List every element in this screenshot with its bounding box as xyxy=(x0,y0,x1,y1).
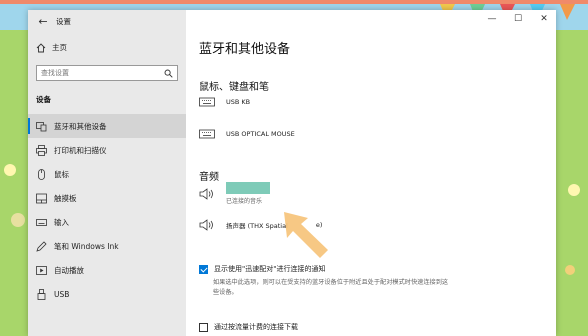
title-bar: ← 设置 xyxy=(28,10,186,32)
audio-heading: 音频 xyxy=(199,172,219,183)
speaker-icon xyxy=(199,219,213,231)
sidebar-item-label: 自动播放 xyxy=(54,265,84,275)
printer-icon xyxy=(36,144,47,156)
settings-window: ← 设置 主页 设备 蓝牙和其他设备 xyxy=(28,10,556,336)
bluetooth-devices-icon xyxy=(36,121,47,131)
sidebar-item-mouse[interactable]: 鼠标 xyxy=(28,162,186,186)
device-usb-kb[interactable]: USB KB xyxy=(199,96,250,108)
speaker-icon xyxy=(199,187,213,200)
minimize-button[interactable]: — xyxy=(486,14,498,24)
grass-decoration-left xyxy=(4,164,25,227)
touchpad-icon xyxy=(36,193,47,203)
sidebar-item-label: 触摸板 xyxy=(54,193,77,203)
sidebar-item-label: 输入 xyxy=(54,217,69,227)
sidebar-item-label: 蓝牙和其他设备 xyxy=(54,121,107,131)
device-usb-optical-mouse[interactable]: USB OPTICAL MOUSE xyxy=(199,128,295,140)
device-text: 已连接的音乐 xyxy=(226,182,270,205)
autoplay-icon xyxy=(36,265,47,275)
app-title: 设置 xyxy=(56,16,71,26)
close-button[interactable]: ✕ xyxy=(538,14,550,24)
back-arrow-icon[interactable]: ← xyxy=(34,15,52,28)
sidebar-item-touchpad[interactable]: 触摸板 xyxy=(28,186,186,210)
sidebar-item-label: 打印机和扫描仪 xyxy=(54,145,107,155)
sidebar: ← 设置 主页 设备 蓝牙和其他设备 xyxy=(28,10,186,336)
sidebar-item-pen[interactable]: 笔和 Windows Ink xyxy=(28,234,186,258)
sidebar-item-label: USB xyxy=(54,289,70,299)
search-box[interactable] xyxy=(36,65,178,81)
swift-pair-checkbox[interactable] xyxy=(199,264,208,274)
sidebar-item-home[interactable]: 主页 xyxy=(36,42,67,53)
search-icon[interactable] xyxy=(164,69,173,78)
metered-download-setting: 通过按流量计费的连接下载 xyxy=(199,322,298,332)
page-title: 蓝牙和其他设备 xyxy=(199,42,291,57)
search-input[interactable] xyxy=(41,69,156,77)
sidebar-item-bluetooth[interactable]: 蓝牙和其他设备 xyxy=(28,114,186,138)
keyboard-icon xyxy=(199,129,215,139)
device-name: 扬声器 (THX Spatial xyxy=(226,222,288,230)
sidebar-item-autoplay[interactable]: 自动播放 xyxy=(28,258,186,282)
pointer-arrow-icon xyxy=(284,212,328,258)
home-label: 主页 xyxy=(52,43,67,52)
input-devices-heading: 鼠标、键盘和笔 xyxy=(199,82,269,93)
pen-icon xyxy=(36,240,47,252)
keyboard-icon xyxy=(199,97,215,107)
redacted-device-name xyxy=(226,182,270,194)
main-content: — ☐ ✕ 蓝牙和其他设备 鼠标、键盘和笔 USB KB USB OPTICAL… xyxy=(194,10,556,336)
device-status: 已连接的音乐 xyxy=(226,198,263,205)
grass-decoration-right xyxy=(565,184,580,275)
sidebar-item-printers[interactable]: 打印机和扫描仪 xyxy=(28,138,186,162)
mouse-icon xyxy=(38,168,45,180)
swift-pair-setting: 显示使用"迅速配对"进行连接的通知 xyxy=(199,264,325,274)
device-audio-connected[interactable]: 已连接的音乐 xyxy=(199,182,270,205)
metered-download-label: 通过按流量计费的连接下载 xyxy=(214,323,298,331)
sidebar-item-label: 笔和 Windows Ink xyxy=(54,241,119,251)
nav-list: 蓝牙和其他设备 打印机和扫描仪 鼠标 触摸板 输入 笔和 Windows Ink… xyxy=(28,114,186,306)
sidebar-item-typing[interactable]: 输入 xyxy=(28,210,186,234)
usb-icon xyxy=(37,288,46,300)
device-name: USB KB xyxy=(226,98,251,106)
swift-pair-label: 显示使用"迅速配对"进行连接的通知 xyxy=(214,265,326,273)
sidebar-item-label: 鼠标 xyxy=(54,169,69,179)
metered-download-checkbox[interactable] xyxy=(199,322,208,332)
section-label-devices: 设备 xyxy=(36,95,51,104)
keyboard-icon xyxy=(36,218,47,226)
window-controls: — ☐ ✕ xyxy=(486,14,550,24)
maximize-button[interactable]: ☐ xyxy=(512,14,524,24)
sidebar-item-usb[interactable]: USB xyxy=(28,282,186,306)
swift-pair-description: 如果选中此选项，则可以在受支持的蓝牙设备位于附近且处于配对模式时快速连接到这些设… xyxy=(213,279,449,296)
home-icon xyxy=(36,42,46,52)
device-name: USB OPTICAL MOUSE xyxy=(226,130,295,138)
